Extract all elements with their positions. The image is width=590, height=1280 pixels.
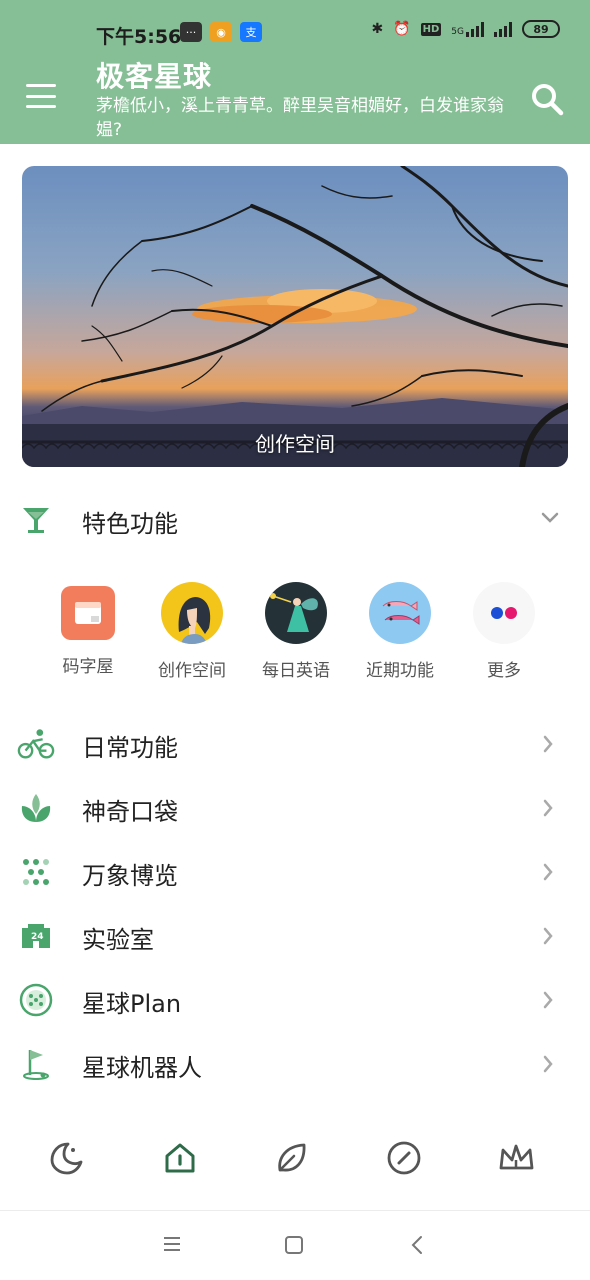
quick-action-label: 创作空间 xyxy=(158,661,226,681)
alipay-icon: 支 xyxy=(240,22,262,42)
menu-item-planet-robot[interactable]: 星球机器人 xyxy=(0,1032,590,1096)
signal-5g-icon: 5G xyxy=(451,21,484,37)
menu-item-label: 星球机器人 xyxy=(82,1054,202,1082)
chevron-right-icon xyxy=(543,799,553,817)
message-icon: ··· xyxy=(180,22,202,42)
quick-action-writing-room[interactable]: 码字屋 xyxy=(36,580,140,677)
cocktail-icon xyxy=(23,508,49,533)
notification-icons: ··· ◉ 支 xyxy=(180,22,262,42)
building-24-icon: 24 xyxy=(17,918,55,954)
fish-icon xyxy=(369,582,431,644)
quick-action-recent-features[interactable]: 近期功能 xyxy=(348,580,452,681)
chevron-right-icon xyxy=(543,863,553,881)
weibo-icon: ◉ xyxy=(210,22,232,42)
menu-item-planet-plan[interactable]: 星球Plan xyxy=(0,968,590,1032)
quick-action-label: 每日英语 xyxy=(262,661,330,681)
chevron-down-icon[interactable] xyxy=(540,510,560,524)
dots-pattern-icon xyxy=(17,854,55,890)
menu-item-label: 日常功能 xyxy=(82,734,178,762)
hd-badge: HD xyxy=(420,22,442,36)
quick-action-creation-space[interactable]: 创作空间 xyxy=(140,580,244,681)
quick-action-label: 更多 xyxy=(487,661,521,681)
quick-action-daily-english[interactable]: 每日英语 xyxy=(244,580,348,681)
compass-icon xyxy=(387,1141,421,1175)
menu-item-daily-functions[interactable]: 日常功能 xyxy=(0,712,590,776)
menu-item-magic-pocket[interactable]: 神奇口袋 xyxy=(0,776,590,840)
quick-action-more[interactable]: 更多 xyxy=(452,580,556,681)
crown-icon xyxy=(499,1144,534,1170)
chevron-right-icon xyxy=(543,1055,553,1073)
app-subtitle: 茅檐低小，溪上青青草。醉里吴音相媚好，白发谁家翁媪? xyxy=(96,96,504,140)
app-header: 下午5:56 ··· ◉ 支 ✱ ⏰ HD 5G 89 极客星球 茅檐低小，溪上… xyxy=(0,0,590,144)
nav-moon[interactable] xyxy=(46,1138,86,1178)
leaf-icon xyxy=(278,1143,306,1172)
featured-quick-actions: 码字屋 创作空间 每日英语 近期功能 更多 xyxy=(36,580,556,690)
featured-title: 特色功能 xyxy=(82,510,178,538)
back-arrow-icon[interactable] xyxy=(410,1235,424,1255)
menu-item-label: 神奇口袋 xyxy=(82,798,178,826)
moon-icon xyxy=(50,1142,83,1175)
system-navigation-bar xyxy=(0,1210,590,1280)
status-bar: 下午5:56 ··· ◉ 支 ✱ ⏰ HD 5G 89 xyxy=(0,0,590,52)
planet-icon xyxy=(17,982,55,1018)
menu-item-encyclopedia[interactable]: 万象博览 xyxy=(0,840,590,904)
chevron-right-icon xyxy=(543,735,553,753)
notebook-icon xyxy=(61,586,115,640)
dots-icon xyxy=(473,582,535,644)
sprout-icon xyxy=(17,790,55,826)
system-status-icons: ✱ ⏰ HD 5G 89 xyxy=(371,20,560,38)
bluetooth-icon: ✱ xyxy=(371,21,384,37)
battery-indicator: 89 xyxy=(522,20,560,38)
home-icon xyxy=(165,1143,195,1173)
menu-item-label: 万象博览 xyxy=(82,862,178,890)
alarm-icon: ⏰ xyxy=(393,21,411,37)
fairy-icon xyxy=(265,582,327,644)
nav-leaf[interactable] xyxy=(272,1138,312,1178)
menu-lines-icon[interactable] xyxy=(162,1235,182,1253)
menu-item-label: 实验室 xyxy=(82,926,154,954)
search-icon[interactable] xyxy=(530,82,564,116)
app-title: 极客星球 xyxy=(96,60,213,93)
menu-item-laboratory[interactable]: 24 实验室 xyxy=(0,904,590,968)
chevron-right-icon xyxy=(543,991,553,1009)
nav-home[interactable] xyxy=(160,1138,200,1178)
svg-text:24: 24 xyxy=(31,932,44,942)
banner-card[interactable]: 创作空间 xyxy=(22,166,568,467)
banner-caption: 创作空间 xyxy=(255,432,335,456)
bottom-navigation xyxy=(0,1120,590,1196)
status-time: 下午5:56 xyxy=(96,26,182,48)
girl-avatar-icon xyxy=(161,582,223,644)
menu-list: 日常功能 神奇口袋 万象博览 24 实验室 星球Plan 星球机器人 xyxy=(0,712,590,1096)
golf-flag-icon xyxy=(17,1046,55,1082)
signal-icon xyxy=(494,21,512,37)
banner-image xyxy=(22,166,568,467)
nav-crown[interactable] xyxy=(496,1138,536,1178)
square-home-icon[interactable] xyxy=(284,1235,304,1255)
network-type-label: 5G xyxy=(451,27,464,37)
chevron-right-icon xyxy=(543,927,553,945)
quick-action-label: 近期功能 xyxy=(366,661,434,681)
featured-section-header[interactable]: 特色功能 xyxy=(0,494,590,546)
nav-compass[interactable] xyxy=(384,1138,424,1178)
quick-action-label: 码字屋 xyxy=(62,657,114,677)
menu-item-label: 星球Plan xyxy=(82,990,182,1018)
bicycle-icon xyxy=(17,726,55,762)
hamburger-menu-icon[interactable] xyxy=(26,84,56,108)
